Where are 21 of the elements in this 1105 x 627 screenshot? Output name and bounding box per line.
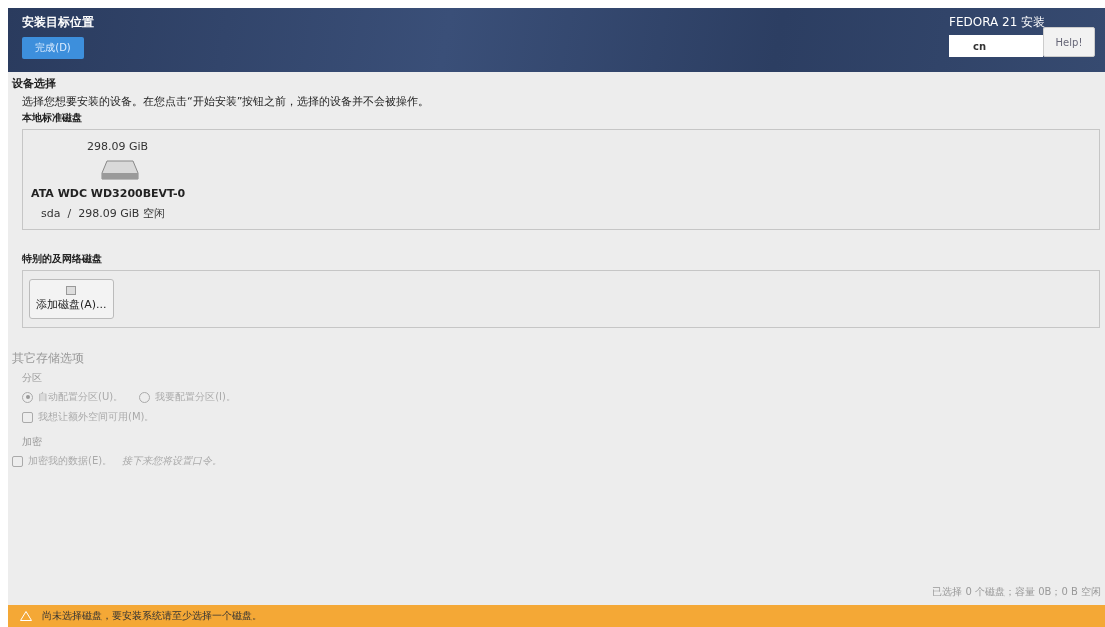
other-options-title: 其它存储选项: [12, 350, 85, 367]
keyboard-layout-field[interactable]: cn: [949, 35, 1043, 57]
disk-info: sda / 298.09 GiB 空闲: [41, 206, 165, 221]
page-title: 安装目标位置: [22, 14, 94, 31]
done-button[interactable]: 完成(D): [22, 37, 84, 59]
local-disks-label: 本地标准磁盘: [22, 111, 83, 125]
warning-message: 尚未选择磁盘，要安装系统请至少选择一个磁盘。: [42, 609, 262, 623]
product-title: FEDORA 21 安装: [949, 14, 1046, 31]
add-disk-button[interactable]: 添加磁盘(A)...: [29, 279, 114, 319]
encryption-note: 接下来您将设置口令。: [122, 454, 223, 468]
warning-icon: [20, 611, 32, 621]
disk-item[interactable]: 298.09 GiB ATA WDC WD3200BEVT-0 sda / 298.09 GiB 空闲: [23, 130, 196, 229]
special-disks-label: 特别的及网络磁盘: [22, 252, 103, 266]
help-button[interactable]: Help!: [1043, 27, 1095, 57]
disk-size: 298.09 GiB: [87, 140, 149, 153]
disk-name: ATA WDC WD3200BEVT-0: [31, 187, 186, 200]
section-title: 设备选择: [12, 76, 57, 91]
selection-summary: 已选择 0 个磁盘；容量 0B；0 B 空闲: [932, 585, 1101, 599]
section-description: 选择您想要安装的设备。在您点击“开始安装”按钮之前，选择的设备并不会被操作。: [22, 94, 431, 109]
encryption-label: 加密: [22, 435, 43, 449]
partitioning-label: 分区: [22, 371, 43, 385]
